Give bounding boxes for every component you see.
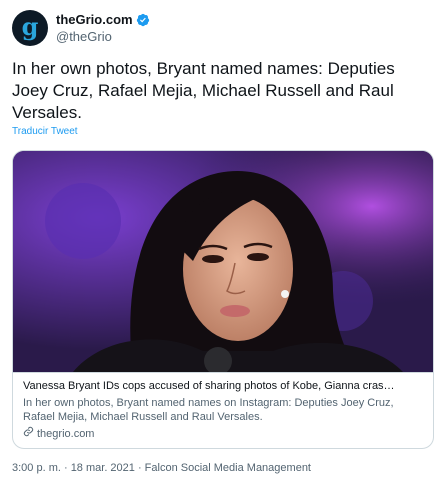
author-handle[interactable]: @theGrio bbox=[56, 29, 150, 45]
translate-tweet-link[interactable]: Traducir Tweet bbox=[12, 126, 78, 137]
verified-badge-icon bbox=[136, 13, 150, 27]
card-image[interactable] bbox=[13, 151, 433, 372]
link-icon bbox=[23, 426, 34, 441]
card-domain-row: thegrio.com bbox=[23, 426, 423, 441]
card-description: In her own photos, Bryant named names on… bbox=[23, 397, 394, 423]
tweet-text: In her own photos, Bryant named names: D… bbox=[12, 59, 395, 122]
tweet-meta[interactable]: 3:00 p. m. · 18 mar. 2021 · Falcon Socia… bbox=[12, 462, 311, 474]
card-body[interactable]: Vanessa Bryant IDs cops accused of shari… bbox=[13, 372, 433, 441]
card-title: Vanessa Bryant IDs cops accused of shari… bbox=[23, 380, 395, 392]
link-card[interactable]: Vanessa Bryant IDs cops accused of shari… bbox=[12, 150, 434, 449]
author-display-name[interactable]: theGrio.com bbox=[56, 12, 133, 28]
author-display-name-row[interactable]: theGrio.com bbox=[56, 12, 150, 28]
card-photo bbox=[13, 151, 433, 372]
avatar[interactable]: g bbox=[12, 10, 48, 46]
card-domain: thegrio.com bbox=[37, 427, 95, 440]
tweet-header: g theGrio.com @theGrio bbox=[12, 10, 432, 50]
avatar-letter: g bbox=[21, 11, 39, 41]
author-names: theGrio.com @theGrio bbox=[56, 12, 150, 45]
